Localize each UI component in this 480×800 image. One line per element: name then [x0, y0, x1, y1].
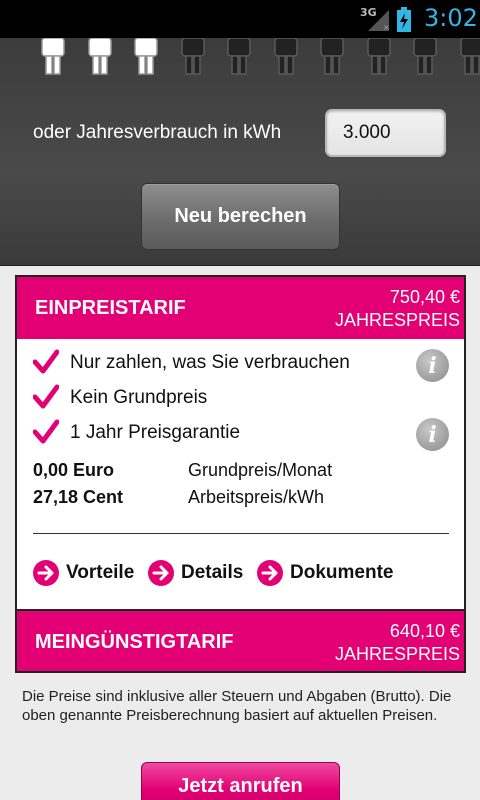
person-icon-selected[interactable] — [87, 38, 113, 78]
tariff-name: EINPREISTARIF — [35, 297, 186, 319]
person-icon[interactable] — [366, 38, 392, 78]
consumption-panel: oder Jahresverbrauch in kWh Neu berechen — [0, 38, 480, 266]
link-vorteile[interactable]: Vorteile — [33, 559, 134, 587]
battery-charging-icon — [397, 7, 411, 32]
clock: 3:02 — [424, 4, 478, 32]
link-label: Vorteile — [66, 562, 135, 583]
tariff-header-einpreistarif[interactable]: EINPREISTARIF 750,40 € JAHRESPREIS — [17, 277, 464, 339]
person-icon-selected[interactable] — [133, 38, 159, 78]
price-value: 27,18 Cent — [33, 487, 124, 507]
recalculate-button[interactable]: Neu berechen — [141, 183, 340, 250]
arrow-right-circle-icon — [148, 560, 174, 586]
tariff-price: 640,10 € JAHRESPREIS — [335, 620, 460, 666]
annual-price-value: 750,40 € — [389, 287, 460, 307]
link-dokumente[interactable]: Dokumente — [257, 559, 393, 587]
link-details[interactable]: Details — [148, 559, 243, 587]
price-label: Arbeitspreis/kWh — [188, 487, 325, 507]
price-label: Grundpreis/Monat — [188, 460, 333, 480]
tariff-price: 750,40 € JAHRESPREIS — [335, 286, 460, 332]
price-disclaimer: Die Preise sind inklusive aller Steuern … — [22, 688, 452, 724]
signal-icon: × — [368, 10, 390, 32]
link-label: Details — [181, 562, 244, 583]
person-icon[interactable] — [226, 38, 252, 78]
benefit-text: 1 Jahr Preisgarantie — [70, 422, 241, 443]
check-icon — [33, 384, 59, 409]
arrow-right-circle-icon — [33, 560, 59, 586]
check-icon — [33, 349, 59, 374]
info-icon[interactable]: i — [416, 418, 449, 451]
person-icon[interactable] — [412, 38, 438, 78]
divider — [33, 533, 449, 534]
tariff-name: MEINGÜNSTIGTARIF — [35, 631, 234, 653]
annual-price-caption: JAHRESPREIS — [334, 644, 460, 664]
annual-consumption-label: oder Jahresverbrauch in kWh — [33, 122, 282, 143]
person-icon[interactable] — [459, 38, 480, 78]
arrow-right-circle-icon — [257, 560, 283, 586]
info-icon[interactable]: i — [416, 349, 449, 382]
annual-price-value: 640,10 € — [389, 621, 460, 641]
person-icon[interactable] — [273, 38, 299, 78]
link-label: Dokumente — [290, 562, 394, 583]
annual-price-caption: JAHRESPREIS — [334, 310, 460, 330]
benefit-text: Kein Grundpreis — [70, 387, 208, 408]
price-value: 0,00 Euro — [33, 460, 115, 480]
person-icon-selected[interactable] — [40, 38, 66, 78]
person-icon[interactable] — [319, 38, 345, 78]
person-icon[interactable] — [180, 38, 206, 78]
status-bar: 3G × 3:02 — [0, 0, 480, 38]
svg-text:×: × — [383, 23, 390, 32]
call-now-button[interactable]: Jetzt anrufen — [141, 762, 340, 800]
benefit-text: Nur zahlen, was Sie verbrauchen — [70, 352, 350, 373]
household-size-selector — [0, 38, 480, 82]
tariff-list: EINPREISTARIF 750,40 € JAHRESPREIS Nur z… — [15, 275, 466, 673]
check-icon — [33, 419, 59, 444]
annual-consumption-input[interactable] — [325, 109, 446, 157]
tariff-header-meinguenstigtarif[interactable]: MEINGÜNSTIGTARIF 640,10 € JAHRESPREIS — [17, 609, 464, 671]
